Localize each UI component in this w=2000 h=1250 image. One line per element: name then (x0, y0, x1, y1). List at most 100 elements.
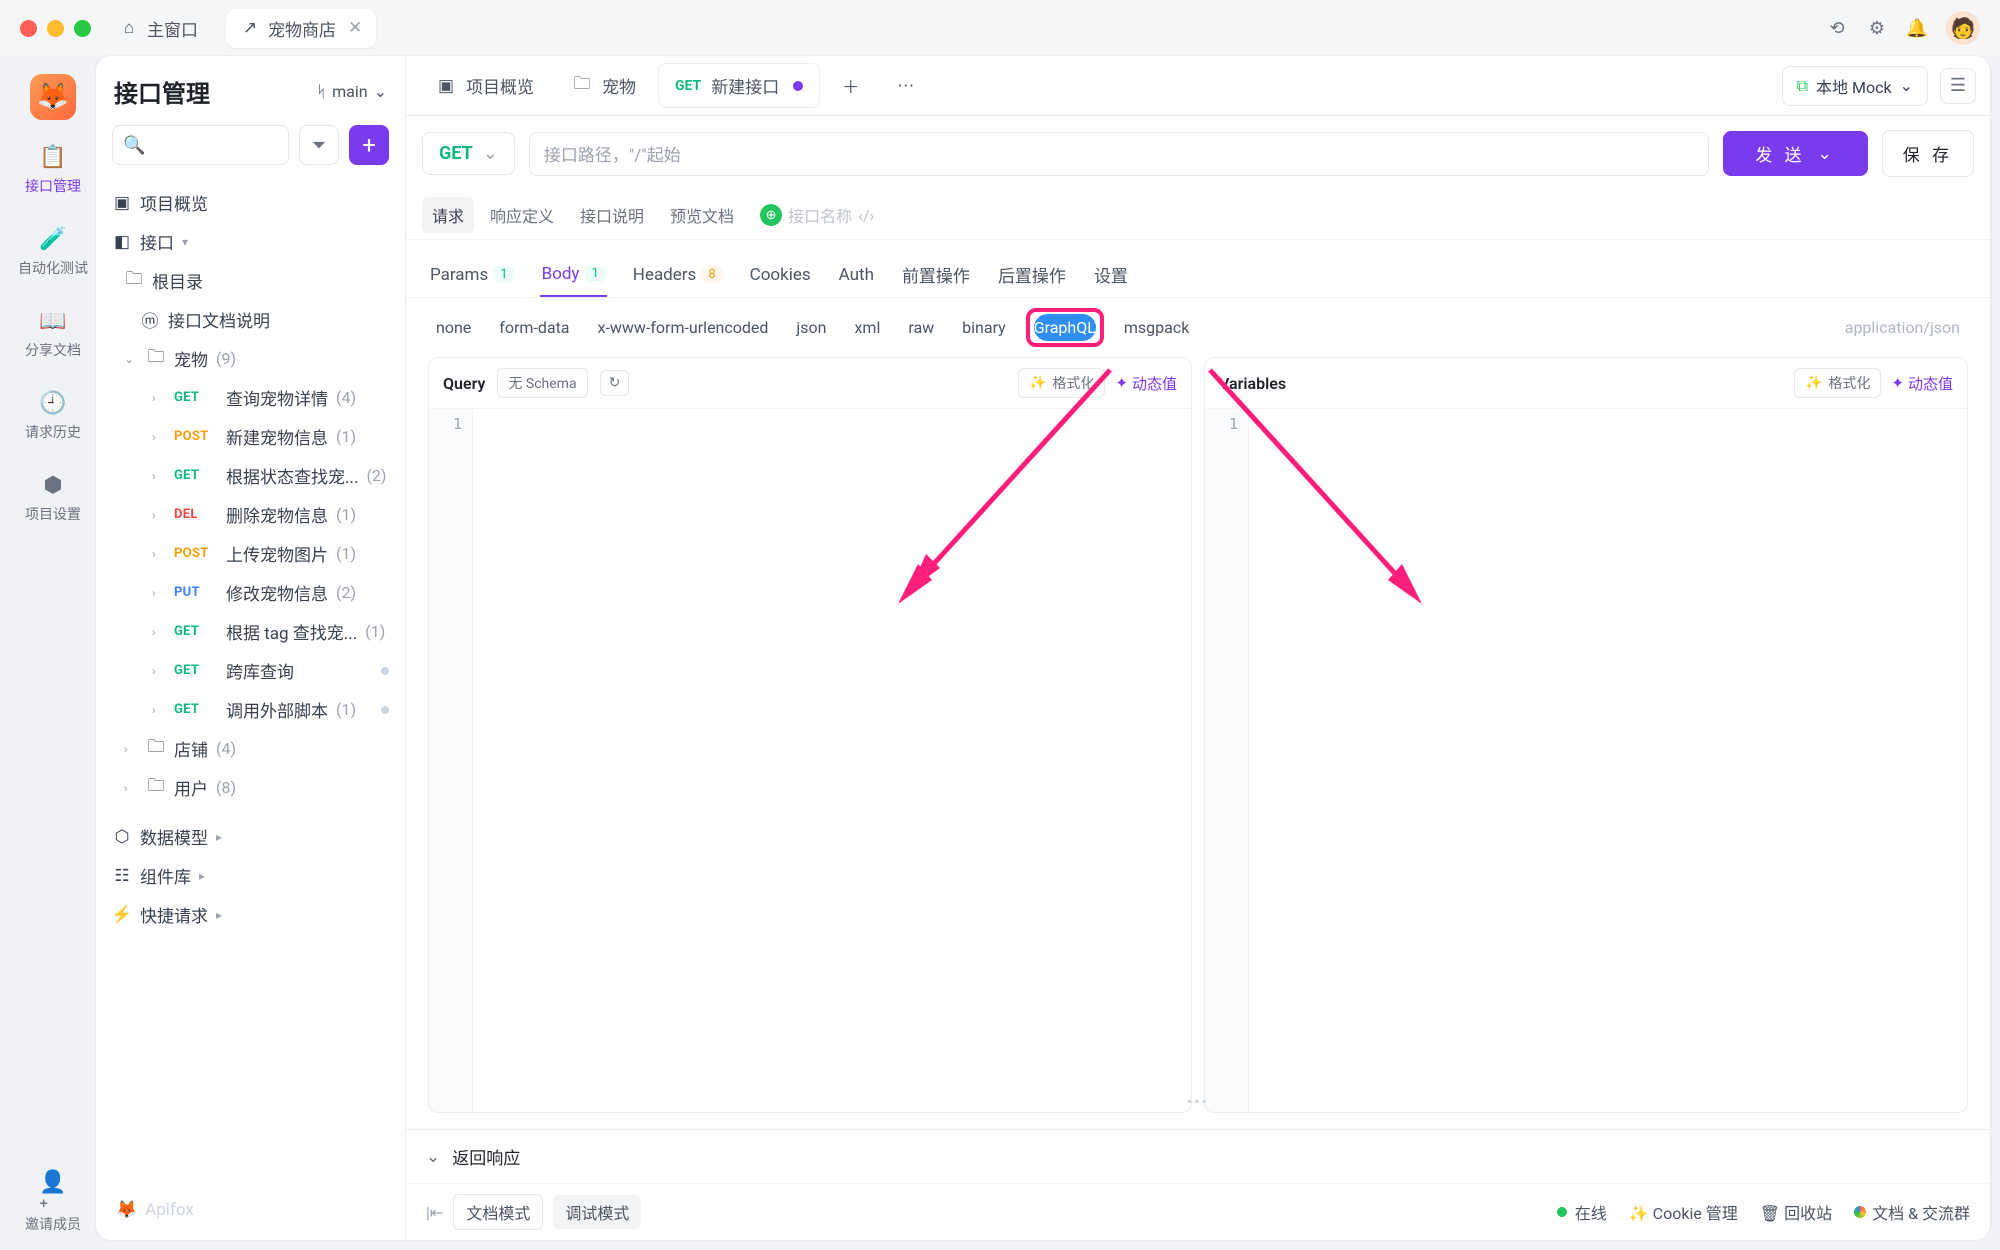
tree-endpoint[interactable]: ›GET根据 tag 查找宠... (1) (104, 612, 397, 651)
send-button[interactable]: 发 送⌄ (1723, 131, 1867, 176)
collapse-icon[interactable]: |⇤ (426, 1203, 443, 1222)
highlight-box (1026, 308, 1104, 347)
tree-interface[interactable]: ◧接口 ▾ (104, 222, 397, 261)
rail-settings[interactable]: ⬢ 项目设置 (19, 466, 87, 530)
cube-icon: ⬡ (112, 827, 132, 847)
gear-icon[interactable]: ⚙ (1866, 17, 1888, 39)
vars-code-editor[interactable] (1249, 409, 1967, 1112)
format-button[interactable]: ✨ 格式化 (1018, 368, 1105, 398)
bodytype-xml[interactable]: xml (854, 314, 880, 341)
rail-invite[interactable]: 👤⁺ 邀请成员 (19, 1176, 87, 1240)
tree-endpoint[interactable]: ›POST新建宠物信息 (1) (104, 417, 397, 456)
tab-new-interface[interactable]: GET 新建接口 (658, 63, 820, 108)
tab-more[interactable]: ⋯ (881, 67, 930, 105)
window-tab-main[interactable]: ⌂ 主窗口 (105, 9, 212, 48)
menu-button[interactable]: ☰ (1940, 68, 1976, 104)
tab-overview[interactable]: ▣项目概览 (420, 64, 550, 107)
bodytype-graphql[interactable]: GraphQL (1034, 314, 1096, 341)
url-input[interactable]: 接口路径，"/"起始 (529, 132, 1709, 176)
cookie-manage[interactable]: ✨ Cookie 管理 (1629, 1200, 1738, 1224)
bodytype-msgpack[interactable]: msgpack (1124, 314, 1189, 341)
doc-mode-button[interactable]: 文档模式 (453, 1194, 543, 1230)
bell-icon[interactable]: 🔔 (1906, 17, 1928, 39)
tree-folder-user[interactable]: ›🗀用户 (8) (104, 768, 397, 807)
method-selector[interactable]: GET⌄ (422, 132, 515, 175)
maximize-dot[interactable] (74, 20, 91, 37)
minimize-dot[interactable] (47, 20, 64, 37)
tab-add[interactable]: ＋ (826, 64, 875, 107)
subnav-preview[interactable]: 预览文档 (660, 197, 744, 233)
avatar[interactable]: 🧑 (1946, 11, 1980, 45)
folder-store-label: 店铺 (174, 736, 208, 761)
trash[interactable]: 🗑 回收站 (1760, 1200, 1832, 1224)
format-label: 格式化 (1052, 373, 1094, 393)
bodytype-binary[interactable]: binary (962, 314, 1006, 341)
tree-endpoint[interactable]: ›GET跨库查询 (104, 651, 397, 690)
tree-doc-desc[interactable]: ⓜ接口文档说明 (104, 300, 397, 339)
rtab-auth[interactable]: Auth (837, 252, 876, 297)
rtab-headers[interactable]: Headers8 (631, 252, 724, 297)
rail-history[interactable]: 🕘 请求历史 (19, 384, 87, 448)
bodytype-xwww[interactable]: x-www-form-urlencoded (598, 314, 769, 341)
filter-button[interactable]: ⏷ (299, 125, 339, 165)
close-dot[interactable] (20, 20, 37, 37)
refresh-schema[interactable]: ↻ (600, 370, 630, 396)
tab-pet[interactable]: 🗀宠物 (556, 64, 652, 107)
rail-settings-label: 项目设置 (25, 504, 81, 524)
tree-root[interactable]: 🗀根目录 (104, 261, 397, 300)
debug-mode-button[interactable]: 调试模式 (553, 1195, 641, 1229)
format-button-vars[interactable]: ✨ 格式化 (1794, 368, 1881, 398)
environment-selector[interactable]: ⧉本地 Mock⌄ (1782, 66, 1928, 106)
subnav-desc[interactable]: 接口说明 (570, 197, 654, 233)
docs-community[interactable]: 文档 & 交流群 (1854, 1200, 1970, 1224)
window-tab-project[interactable]: ↗ 宠物商店 ✕ (226, 9, 376, 48)
search-input[interactable]: 🔍 (112, 125, 289, 165)
tree-overview-label: 项目概览 (140, 190, 208, 215)
add-button[interactable]: + (349, 125, 389, 165)
dynamic-value[interactable]: ✦ 动态值 (1115, 368, 1177, 398)
rtab-post[interactable]: 后置操作 (996, 252, 1068, 297)
folder-user-label: 用户 (174, 775, 208, 800)
tree-data-model[interactable]: ⬡数据模型 ▸ (104, 817, 397, 856)
tree-project-overview[interactable]: ▣项目概览 (104, 183, 397, 222)
rtab-body[interactable]: Body1 (540, 252, 607, 297)
tree-endpoint[interactable]: ›PUT修改宠物信息 (2) (104, 573, 397, 612)
tree-folder-pet[interactable]: ⌄🗀宠物 (9) (104, 339, 397, 378)
query-code-editor[interactable] (473, 409, 1191, 1112)
subnav-response-def[interactable]: 响应定义 (480, 197, 564, 233)
drag-handle-icon[interactable]: ••• (1187, 1092, 1209, 1111)
bodytype-form-data[interactable]: form-data (499, 314, 569, 341)
rtab-cookies[interactable]: Cookies (748, 252, 813, 297)
rtab-pre[interactable]: 前置操作 (900, 252, 972, 297)
tree-component-lib[interactable]: ☷组件库 ▸ (104, 856, 397, 895)
tree-data-model-label: 数据模型 (140, 824, 208, 849)
tree-endpoint[interactable]: ›GET调用外部脚本 (1) (104, 690, 397, 729)
rtab-params[interactable]: Params1 (428, 252, 516, 297)
bodytype-none[interactable]: none (436, 314, 471, 341)
rtab-settings[interactable]: 设置 (1092, 252, 1130, 297)
tree-folder-store[interactable]: ›🗀店铺 (4) (104, 729, 397, 768)
interface-name-placeholder[interactable]: 接口名称 (788, 203, 852, 227)
save-button[interactable]: 保 存 (1882, 130, 1974, 177)
tab-overview-label: 项目概览 (466, 73, 534, 98)
rail-share-docs[interactable]: 📖 分享文档 (19, 302, 87, 366)
bodytype-json[interactable]: json (796, 314, 826, 341)
close-icon[interactable]: ✕ (348, 18, 362, 38)
bodytype-raw[interactable]: raw (908, 314, 934, 341)
tree-quick-request[interactable]: ⚡快捷请求 ▸ (104, 895, 397, 934)
tree-endpoint[interactable]: ›DEL删除宠物信息 (1) (104, 495, 397, 534)
dynamic-value-vars[interactable]: ✦ 动态值 (1891, 368, 1953, 398)
tree-endpoint[interactable]: ›POST上传宠物图片 (1) (104, 534, 397, 573)
branch-selector[interactable]: ᛋ main ⌄ (317, 82, 387, 101)
window-controls[interactable] (20, 20, 91, 37)
rtab-headers-label: Headers (633, 265, 697, 285)
subnav-request[interactable]: 请求 (422, 197, 474, 233)
tree-endpoint[interactable]: ›GET查询宠物详情 (4) (104, 378, 397, 417)
chevron-down-icon[interactable]: ⌄ (426, 1147, 440, 1167)
refresh-icon[interactable]: ⟲ (1826, 17, 1848, 39)
rail-automation[interactable]: 🧪 自动化测试 (12, 220, 94, 284)
schema-chip[interactable]: 无 Schema (497, 368, 587, 398)
method-label: GET (439, 143, 473, 164)
rail-api-management[interactable]: 📋 接口管理 (19, 138, 87, 202)
tree-endpoint[interactable]: ›GET根据状态查找宠... (2) (104, 456, 397, 495)
